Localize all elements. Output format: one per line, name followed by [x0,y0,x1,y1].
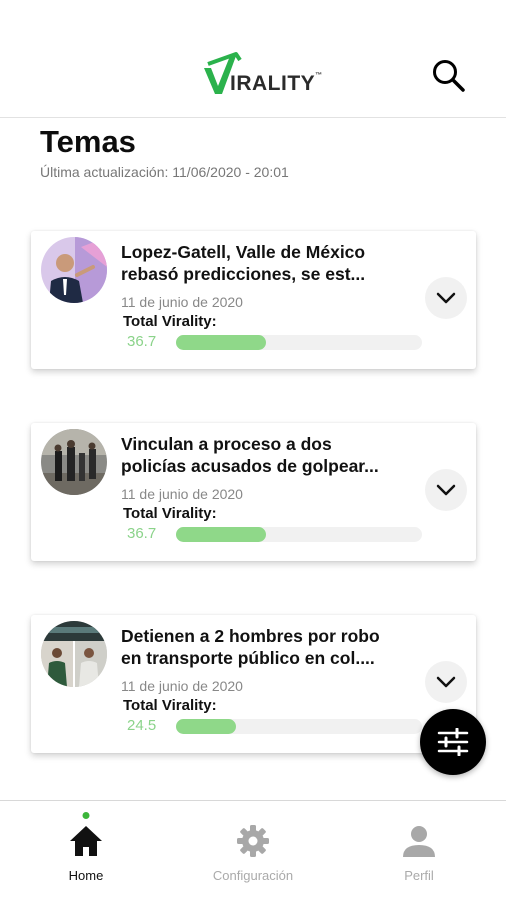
virality-logo: IRALITY™ [200,50,323,100]
topic-card[interactable]: Lopez-Gatell, Valle de México rebasó pre… [31,231,476,369]
virality-value: 24.5 [127,717,157,734]
topic-date: 11 de junio de 2020 [121,294,243,310]
tab-perfil[interactable]: Perfil [349,801,489,900]
user-icon [403,826,435,857]
tab-home-label: Home [68,868,104,883]
tab-configuracion-label: Configuración [212,868,294,883]
virality-bar [176,719,422,734]
expand-button[interactable] [425,277,467,319]
virality-bar-fill [176,527,267,542]
tab-home[interactable]: Home [16,801,156,900]
topic-title: Detienen a 2 hombres por robo en transpo… [121,626,380,668]
virality-bar-fill [176,335,267,350]
app-header: IRALITY™ [0,0,506,118]
search-button[interactable] [430,57,468,95]
chevron-down-icon [436,292,456,304]
filter-button[interactable] [420,709,486,775]
virality-bar [176,527,422,542]
chevron-down-icon [436,484,456,496]
topic-thumbnail [41,237,107,303]
virality-label: Total Virality: [123,505,217,522]
topic-thumbnail [41,621,107,687]
tab-configuracion[interactable]: Configuración [183,801,323,900]
virality-value: 36.7 [127,525,157,542]
topic-card[interactable]: Detienen a 2 hombres por robo en transpo… [31,615,476,753]
home-icon [70,826,102,856]
topic-title: Lopez-Gatell, Valle de México rebasó pre… [121,242,366,284]
last-updated-text: Última actualización: 11/06/2020 - 20:01 [40,164,289,180]
chevron-down-icon [436,676,456,688]
topic-date: 11 de junio de 2020 [121,486,243,502]
virality-bar-fill [176,719,237,734]
topic-card[interactable]: Vinculan a proceso a dos policías acusad… [31,423,476,561]
logo-text: IRALITY™ [230,72,323,95]
virality-value: 36.7 [127,333,157,350]
bottom-tab-bar: Home Configuración Perfil [0,800,506,900]
virality-label: Total Virality: [123,313,217,330]
virality-label: Total Virality: [123,697,217,714]
virality-bar [176,335,422,350]
sliders-icon [437,728,469,756]
topic-title: Vinculan a proceso a dos policías acusad… [121,434,379,476]
page-title: Temas [40,124,136,159]
topic-thumbnail [41,429,107,495]
expand-button[interactable] [425,661,467,703]
active-indicator [82,812,90,819]
tab-perfil-label: Perfil [404,868,434,883]
topic-date: 11 de junio de 2020 [121,678,243,694]
expand-button[interactable] [425,469,467,511]
gear-icon [237,825,269,857]
search-icon [433,60,465,92]
